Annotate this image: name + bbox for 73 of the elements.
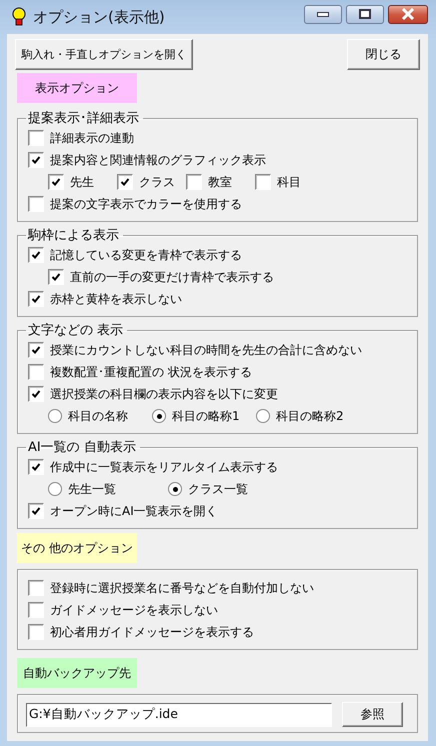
radio-button[interactable] bbox=[48, 482, 62, 496]
section-header: その 他のオプション bbox=[17, 533, 137, 563]
checkbox-label: クラス bbox=[139, 174, 175, 190]
close-button[interactable] bbox=[388, 4, 428, 24]
checkbox[interactable] bbox=[255, 174, 271, 190]
checkbox[interactable] bbox=[28, 364, 44, 380]
group-title: 駒枠による表示 bbox=[26, 227, 120, 244]
section-header: 自動バックアップ先 bbox=[17, 658, 137, 688]
checkbox[interactable] bbox=[28, 624, 44, 640]
dialog-button[interactable]: 閉じる bbox=[347, 39, 420, 70]
check-icon bbox=[31, 155, 41, 165]
checkbox-label: 提案の文字表示でカラーを使用する bbox=[50, 196, 242, 212]
minimize-button[interactable] bbox=[304, 4, 342, 24]
window-title: オプション(表示他) bbox=[33, 8, 165, 26]
checkbox[interactable] bbox=[28, 386, 44, 402]
checkbox[interactable] bbox=[117, 174, 133, 190]
group-title: 文字などの 表示 bbox=[27, 322, 124, 339]
checkbox-label: 提案内容と関連情報のグラフィック表示 bbox=[50, 152, 266, 168]
checkbox[interactable] bbox=[48, 174, 64, 190]
checkbox-label: 直前の一手の変更だけ青枠で表示する bbox=[70, 268, 274, 286]
checkbox-label: 記憶している変更を青枠で表示する bbox=[50, 246, 242, 264]
checkbox-label: 詳細表示の連動 bbox=[50, 130, 134, 146]
checkbox-label: 科目 bbox=[277, 174, 301, 190]
group-title: 提案表示･詳細表示 bbox=[27, 110, 140, 127]
checkbox[interactable] bbox=[28, 342, 44, 358]
check-icon bbox=[120, 177, 130, 187]
checkbox-label: 赤枠と黄枠を表示しない bbox=[50, 290, 182, 308]
checkbox[interactable] bbox=[28, 130, 44, 146]
radio-label: 科目の略称2 bbox=[276, 408, 344, 424]
checkbox[interactable] bbox=[28, 247, 44, 263]
check-icon bbox=[31, 345, 41, 355]
radio-button[interactable] bbox=[256, 409, 270, 423]
radio-button[interactable] bbox=[168, 482, 182, 496]
browse-button[interactable]: 参照 bbox=[342, 702, 403, 727]
check-icon bbox=[31, 506, 41, 516]
checkbox[interactable] bbox=[48, 269, 64, 285]
check-icon bbox=[51, 177, 61, 187]
checkbox-label: 選択授業の科目欄の表示内容を以下に変更 bbox=[50, 386, 278, 402]
checkbox-label: ガイドメッセージを表示しない bbox=[50, 602, 218, 618]
path-field[interactable]: G:¥自動バックアップ.ide bbox=[26, 702, 332, 726]
checkbox-label: 登録時に選択授業名に番号などを自動付加しない bbox=[50, 580, 314, 596]
check-icon bbox=[31, 462, 41, 472]
radio-button[interactable] bbox=[48, 409, 62, 423]
checkbox[interactable] bbox=[186, 174, 202, 190]
checkbox[interactable] bbox=[28, 459, 44, 475]
checkbox[interactable] bbox=[28, 602, 44, 618]
checkbox[interactable] bbox=[28, 291, 44, 307]
group-title: AI一覧の 自動表示 bbox=[27, 439, 137, 456]
checkbox[interactable] bbox=[28, 196, 44, 212]
radio-label: 科目の名称 bbox=[68, 408, 128, 424]
checkbox-label: 作成中に一覧表示をリアルタイム表示する bbox=[50, 458, 278, 476]
check-icon bbox=[51, 272, 61, 282]
radio-button[interactable] bbox=[152, 409, 166, 423]
dialog-button[interactable]: 駒入れ・手直しオプションを開く bbox=[15, 39, 193, 70]
check-icon bbox=[31, 389, 41, 399]
checkbox-label: 初心者用ガイドメッセージを表示する bbox=[50, 624, 254, 640]
radio-label: クラス一覧 bbox=[188, 480, 248, 498]
checkbox[interactable] bbox=[28, 580, 44, 596]
checkbox-label: 複数配置･重複配置の 状況を表示する bbox=[50, 364, 252, 380]
maximize-button[interactable] bbox=[346, 4, 384, 24]
checkbox-label: オープン時にAI一覧表示を開く bbox=[50, 502, 218, 520]
radio-label: 科目の略称1 bbox=[172, 408, 240, 424]
checkbox-label: 授業にカウントしない科目の時間を先生の合計に含めない bbox=[50, 342, 362, 358]
checkbox[interactable] bbox=[28, 503, 44, 519]
check-icon bbox=[31, 250, 41, 260]
checkbox[interactable] bbox=[28, 152, 44, 168]
radio-label: 先生一覧 bbox=[68, 480, 116, 498]
close-icon bbox=[401, 8, 415, 20]
section-header: 表示オプション bbox=[17, 73, 137, 103]
lightbulb-icon bbox=[12, 7, 26, 27]
checkbox-label: 先生 bbox=[70, 174, 94, 190]
checkbox-label: 教室 bbox=[208, 174, 232, 190]
check-icon bbox=[31, 294, 41, 304]
